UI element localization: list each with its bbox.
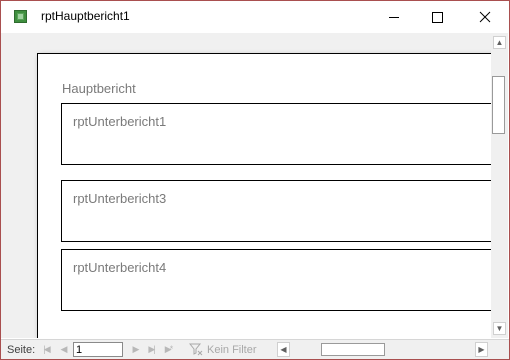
filter-funnel-icon bbox=[188, 343, 203, 356]
last-page-icon: ▶| bbox=[148, 344, 155, 354]
first-page-button[interactable]: |◀ bbox=[39, 342, 53, 357]
scroll-down-button[interactable]: ▼ bbox=[493, 322, 506, 335]
maximize-button[interactable] bbox=[414, 1, 460, 33]
window-title: rptHauptbericht1 bbox=[41, 9, 130, 23]
report-title: Hauptbericht bbox=[62, 81, 136, 96]
chevron-down-icon: ▼ bbox=[495, 324, 504, 333]
subreport-label: rptUnterbericht1 bbox=[73, 114, 167, 129]
vertical-scrollbar[interactable]: ▲ ▼ bbox=[491, 33, 508, 338]
previous-page-button[interactable]: ◀ bbox=[56, 342, 70, 357]
scroll-right-button[interactable]: ▶ bbox=[475, 342, 488, 357]
horizontal-scroll-thumb[interactable] bbox=[321, 343, 385, 356]
subreport-3: rptUnterbericht3 bbox=[61, 180, 491, 242]
next-page-icon: ▶ bbox=[132, 344, 140, 354]
title-bar[interactable]: rptHauptbericht1 bbox=[1, 1, 509, 33]
next-page-button[interactable]: ▶ bbox=[128, 342, 142, 357]
chevron-up-icon: ▲ bbox=[495, 38, 504, 47]
close-button[interactable] bbox=[462, 1, 508, 33]
report-page: Hauptbericht rptUnterbericht1 rptUnterbe… bbox=[37, 53, 491, 338]
last-page-button[interactable]: ▶| bbox=[144, 342, 158, 357]
record-navigation-bar: Seite: |◀ ◀ ▶ ▶| ▶* Kein Filter ◀ bbox=[1, 339, 509, 359]
subreport-label: rptUnterbericht4 bbox=[73, 260, 167, 275]
scroll-left-button[interactable]: ◀ bbox=[277, 342, 290, 357]
new-record-button[interactable]: ▶* bbox=[161, 342, 175, 357]
subreport-label: rptUnterbericht3 bbox=[73, 191, 167, 206]
horizontal-scrollbar[interactable]: ◀ ▶ bbox=[277, 342, 489, 357]
vertical-scroll-thumb[interactable] bbox=[492, 76, 505, 134]
close-icon bbox=[479, 11, 491, 23]
chevron-right-icon: ▶ bbox=[478, 345, 485, 354]
minimize-icon bbox=[389, 16, 399, 18]
chevron-left-icon: ◀ bbox=[280, 345, 287, 354]
resize-grip[interactable] bbox=[493, 342, 507, 356]
page-label: Seite: bbox=[7, 344, 36, 356]
access-report-icon bbox=[14, 10, 27, 23]
filter-icon[interactable] bbox=[188, 342, 203, 357]
minimize-button[interactable] bbox=[371, 1, 417, 33]
new-record-icon: ▶* bbox=[164, 344, 174, 354]
page-number-input[interactable] bbox=[73, 342, 123, 357]
report-window: rptHauptbericht1 Hauptbericht rptUnterbe… bbox=[0, 0, 510, 360]
subreport-1: rptUnterbericht1 bbox=[61, 103, 491, 165]
scroll-up-button[interactable]: ▲ bbox=[493, 36, 506, 49]
filter-status-label[interactable]: Kein Filter bbox=[207, 344, 257, 356]
subreport-4: rptUnterbericht4 bbox=[61, 249, 491, 311]
previous-page-icon: ◀ bbox=[60, 344, 68, 354]
report-preview-area: Hauptbericht rptUnterbericht1 rptUnterbe… bbox=[1, 33, 491, 338]
first-page-icon: |◀ bbox=[43, 344, 50, 354]
maximize-icon bbox=[431, 11, 443, 23]
